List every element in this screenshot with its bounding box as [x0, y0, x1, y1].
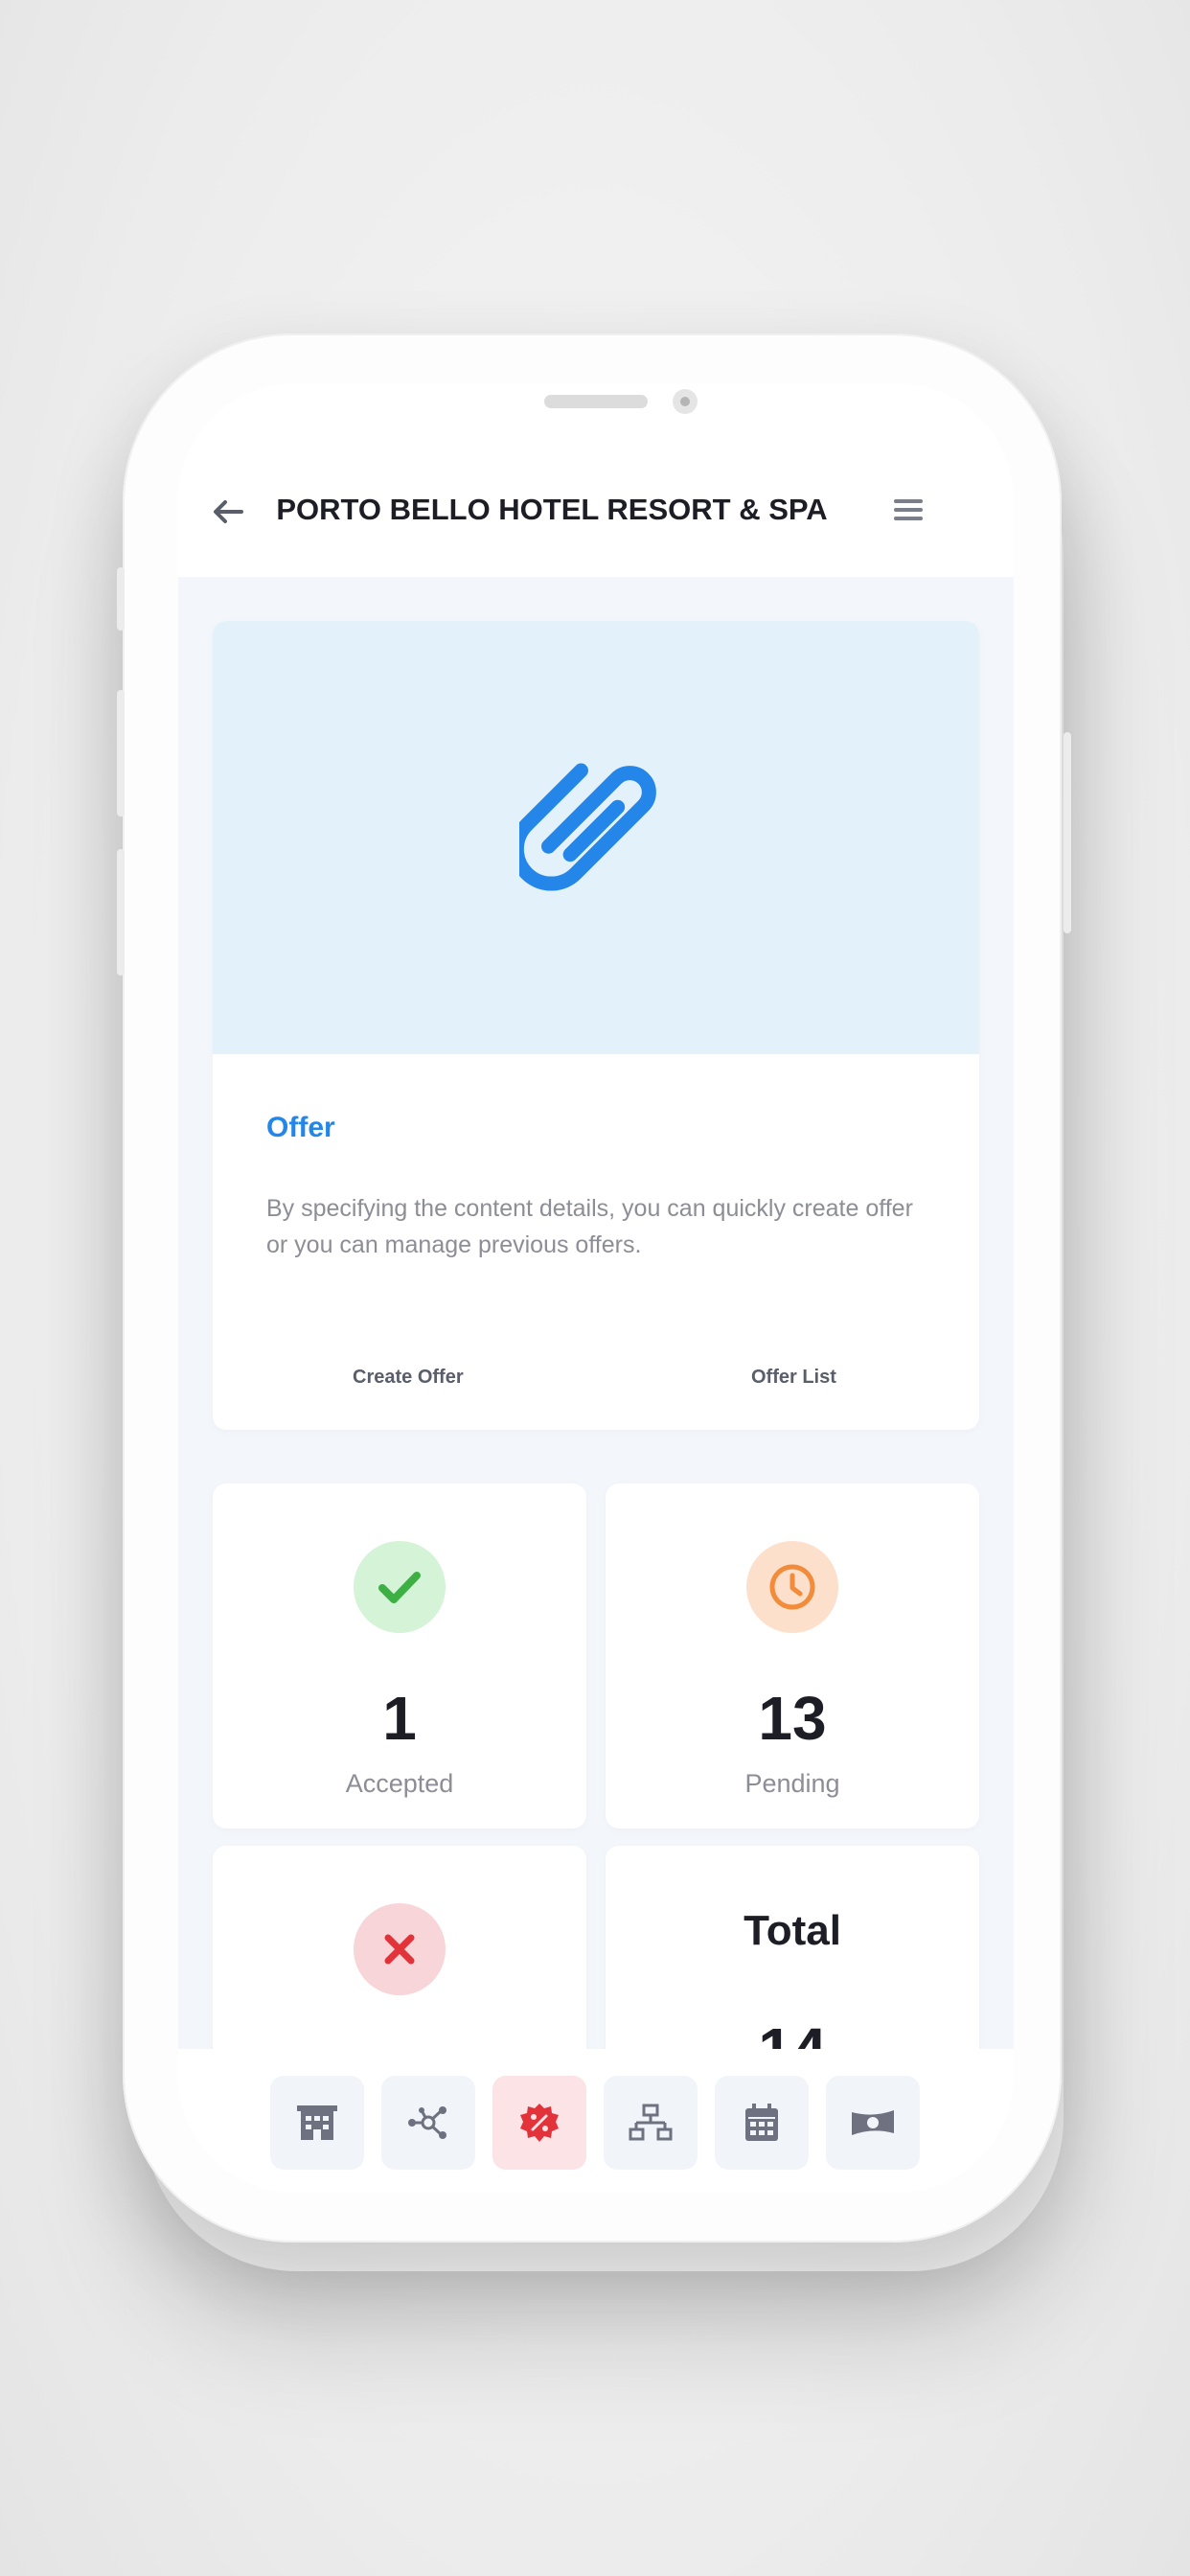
app-header: PORTO BELLO HOTEL RESORT & SPA — [178, 441, 1014, 577]
phone-screen: PORTO BELLO HOTEL RESORT & SPA Offer By … — [178, 383, 1014, 2193]
hotel-building-icon — [297, 2105, 337, 2140]
sitemap-icon — [629, 2104, 673, 2141]
nav-item-payments[interactable] — [826, 2076, 920, 2170]
total-title: Total — [744, 1907, 841, 1954]
calendar-icon — [745, 2104, 778, 2141]
pending-stat-card[interactable]: 13 Pending — [606, 1484, 979, 1828]
offer-list-button[interactable]: Offer List — [751, 1367, 836, 1389]
total-stat-card[interactable]: Total 14 — [606, 1846, 979, 2049]
bottom-nav — [178, 2049, 1014, 2193]
accepted-stat-card[interactable]: 1 Accepted — [213, 1484, 586, 1828]
offer-description: By specifying the content details, you c… — [266, 1195, 913, 1258]
hamburger-menu-icon — [894, 499, 923, 520]
menu-button[interactable] — [887, 489, 929, 531]
side-button — [117, 567, 125, 631]
offer-title: Offer — [266, 1112, 335, 1143]
speaker — [544, 395, 648, 408]
page-title: PORTO BELLO HOTEL RESORT & SPA — [276, 493, 828, 526]
check-icon — [354, 1541, 446, 1633]
main-content: Offer By specifying the content details,… — [178, 577, 1014, 2049]
clock-icon — [746, 1541, 838, 1633]
side-button — [117, 849, 125, 976]
offer-hero — [213, 621, 979, 1054]
paperclip-icon — [519, 763, 656, 891]
camera — [673, 389, 698, 414]
total-count: 14 — [606, 2014, 979, 2049]
nav-item-sitemap[interactable] — [604, 2076, 698, 2170]
nav-item-network[interactable] — [381, 2076, 475, 2170]
x-icon — [354, 1903, 446, 1995]
nav-item-hotel[interactable] — [270, 2076, 364, 2170]
side-button — [117, 690, 125, 816]
arrow-left-icon — [214, 500, 243, 523]
create-offer-button[interactable]: Create Offer — [353, 1367, 464, 1389]
accepted-count: 1 — [382, 1684, 417, 1753]
pending-count: 13 — [758, 1684, 827, 1753]
side-button — [1064, 732, 1071, 933]
discount-badge-icon — [520, 2104, 559, 2142]
rejected-stat-card[interactable] — [213, 1846, 586, 2049]
money-icon — [852, 2110, 894, 2135]
notch — [383, 383, 809, 443]
accepted-label: Accepted — [345, 1769, 454, 1798]
back-button[interactable] — [207, 491, 249, 533]
pending-label: Pending — [744, 1769, 840, 1798]
nav-item-calendar[interactable] — [715, 2076, 809, 2170]
offer-card: Offer By specifying the content details,… — [213, 621, 979, 1430]
nav-item-offers[interactable] — [492, 2076, 586, 2170]
network-nodes-icon — [408, 2106, 446, 2139]
